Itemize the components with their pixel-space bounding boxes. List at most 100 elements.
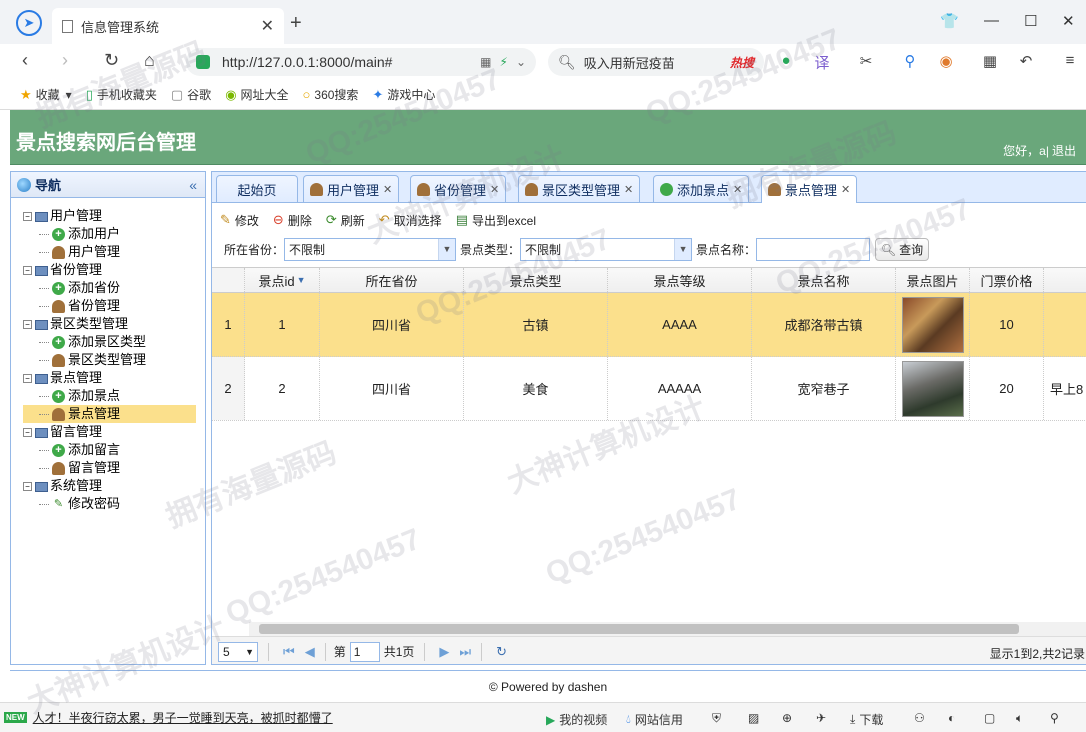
spot-thumbnail[interactable] [901,360,964,417]
site-credit-button[interactable]: 💧︎ 网站信用 [626,711,683,728]
minus-icon[interactable]: − [23,428,32,438]
delete-button[interactable]: ⊖ 删除 [273,212,312,229]
translate-icon[interactable]: 译 [812,52,832,72]
bookmark-mobile[interactable]: ▯ 手机收藏夹 [86,86,157,103]
col-header-type[interactable]: 景点类型 [464,268,608,292]
browser-tab[interactable]: 信息管理系统 ✕ [52,8,284,44]
tools-icon[interactable]: ✈ [816,711,826,725]
speed-icon[interactable]: ⚇ [914,711,925,725]
search-box[interactable]: 🔍︎ 吸入用新冠疫苗 热搜 [548,48,764,76]
minus-icon[interactable]: − [23,266,32,276]
sidebar-item-scenic-type-manage[interactable]: 景区类型管理 [23,351,205,369]
export-button[interactable]: ▤ 导出到excel [456,212,536,229]
minus-icon[interactable]: − [23,212,32,222]
col-header-price[interactable]: 门票价格 [970,268,1044,292]
sidebar-item-add-scenic-type[interactable]: + 添加景区类型 [23,333,205,351]
bookmark-google[interactable]: ▢ 谷歌 [171,86,211,103]
refresh-button[interactable]: ⟳ 刷新 [326,212,365,229]
tab-scenic-type-manage[interactable]: 景区类型管理 ✕ [518,175,641,202]
edit-button[interactable]: ✎ 修改 [220,212,259,229]
shield-status-icon[interactable]: ⛨ [712,711,721,726]
logout-link[interactable]: 退出 [1052,144,1076,158]
first-page-icon[interactable]: ⏮ [283,644,295,660]
back-button[interactable]: ‹ [22,50,28,71]
close-icon[interactable]: ✕ [733,183,742,196]
sidebar-item-change-password[interactable]: ✎ 修改密码 [23,495,205,513]
news-link[interactable]: 人才！半夜行窃太累，男子一觉睡到天亮，被抓时都懵了 [33,709,333,726]
sidebar-item-user-manage[interactable]: 用户管理 [23,243,205,261]
apps-grid-icon[interactable]: ▦ [980,52,1000,72]
tab-add-spot[interactable]: 添加景点 ✕ [653,175,750,202]
tree-group-spots[interactable]: − 景点管理 [23,369,205,387]
horizontal-scrollbar[interactable] [249,622,1086,636]
sidebar-item-add-user[interactable]: + 添加用户 [23,225,205,243]
bookmark-360[interactable]: ○ 360搜索 [303,86,359,103]
browser-mode-icon[interactable]: ◐ [948,711,955,725]
sidebar-item-message-manage[interactable]: 留言管理 [23,459,205,477]
tree-group-system[interactable]: − 系统管理 [23,477,205,495]
sidebar-item-spot-manage[interactable]: 景点管理 [23,405,196,423]
tab-province-manage[interactable]: 省份管理 ✕ [410,175,507,202]
window-icon[interactable]: ▢ [984,711,995,725]
magnifier-icon[interactable]: ⚲ [900,52,920,72]
bookmark-games[interactable]: ✦ 游戏中心 [372,86,435,103]
download-button[interactable]: ⤓ 下载 [850,711,883,728]
sidebar-item-add-spot[interactable]: + 添加景点 [23,387,205,405]
table-row[interactable]: 1 1 四川省 古镇 AAAA 成都洛带古镇 10 [212,293,1086,357]
undo-icon[interactable]: ↶ [1016,52,1036,72]
next-page-icon[interactable]: ▶ [439,644,449,660]
province-select[interactable]: 不限制 ▼ [284,238,457,261]
volume-icon[interactable]: 🔈︎ [1016,711,1023,726]
sidebar-item-add-province[interactable]: + 添加省份 [23,279,205,297]
collapse-icon[interactable]: « [189,177,197,193]
home-button[interactable]: ⌂ [144,50,155,71]
scrollbar-thumb[interactable] [259,624,1019,634]
query-button[interactable]: 🔍︎ 查询 [875,238,930,261]
prev-page-icon[interactable]: ◀ [305,644,315,660]
tab-user-manage[interactable]: 用户管理 ✕ [303,175,400,202]
dropdown-icon[interactable]: ⌄ [516,55,526,69]
close-icon[interactable]: ✕ [624,183,633,196]
close-icon[interactable]: ✕ [841,183,850,196]
wechat-icon[interactable]: ● [776,52,796,72]
col-header-id[interactable]: 景点id ▼ [245,268,320,292]
col-header-image[interactable]: 景点图片 [896,268,970,292]
reload-button[interactable]: ↻ [104,50,119,71]
page-number-input[interactable]: 1 [349,641,380,662]
col-header-extra[interactable] [1044,268,1086,292]
minus-icon[interactable]: − [23,482,32,492]
hot-search-label[interactable]: 热搜 [730,54,754,71]
name-input[interactable] [756,238,871,261]
col-header-level[interactable]: 景点等级 [608,268,752,292]
tree-group-messages[interactable]: − 留言管理 [23,423,205,441]
reload-page-icon[interactable]: ↻ [496,644,507,660]
close-tab-icon[interactable]: ✕ [261,16,274,36]
tree-group-provinces[interactable]: − 省份管理 [23,261,205,279]
col-header-name[interactable]: 景点名称 [752,268,896,292]
address-bar[interactable]: http://127.0.0.1:8000/main# ▦ ⚡ ⌄ [186,48,536,76]
new-tab-button[interactable]: + [290,12,302,35]
bookmark-favorites[interactable]: ★ 收藏 ▾ [20,86,72,103]
type-select[interactable]: 不限制 ▼ [520,238,693,261]
last-page-icon[interactable]: ⏭ [459,644,471,660]
spot-thumbnail[interactable] [901,296,964,353]
table-row[interactable]: 2 2 四川省 美食 AAAAA 宽窄巷子 20 早上8 [212,357,1086,421]
qr-icon[interactable]: ▦ [480,55,491,69]
minus-icon[interactable]: − [23,320,32,330]
sidebar-item-province-manage[interactable]: 省份管理 [23,297,205,315]
skin-icon[interactable]: 👕 [940,12,959,30]
game-icon[interactable]: ◉ [936,52,956,72]
tree-group-users[interactable]: − 用户管理 [23,207,205,225]
minimize-button[interactable]: — [984,12,999,29]
plus-circle-icon[interactable]: ⊕ [782,711,792,725]
my-video-button[interactable]: ▶ 我的视频 [546,711,607,728]
tree-group-scenic-types[interactable]: − 景区类型管理 [23,315,205,333]
maximize-button[interactable]: ☐ [1024,12,1037,30]
unselect-button[interactable]: ↶ 取消选择 [379,212,442,229]
forward-button[interactable]: › [62,50,68,71]
page-size-select[interactable]: 5 ▼ [218,641,258,662]
col-header-province[interactable]: 所在省份 [320,268,464,292]
close-icon[interactable]: ✕ [383,183,392,196]
close-icon[interactable]: ✕ [490,183,499,196]
zoom-icon[interactable]: ⚲ [1050,711,1059,725]
